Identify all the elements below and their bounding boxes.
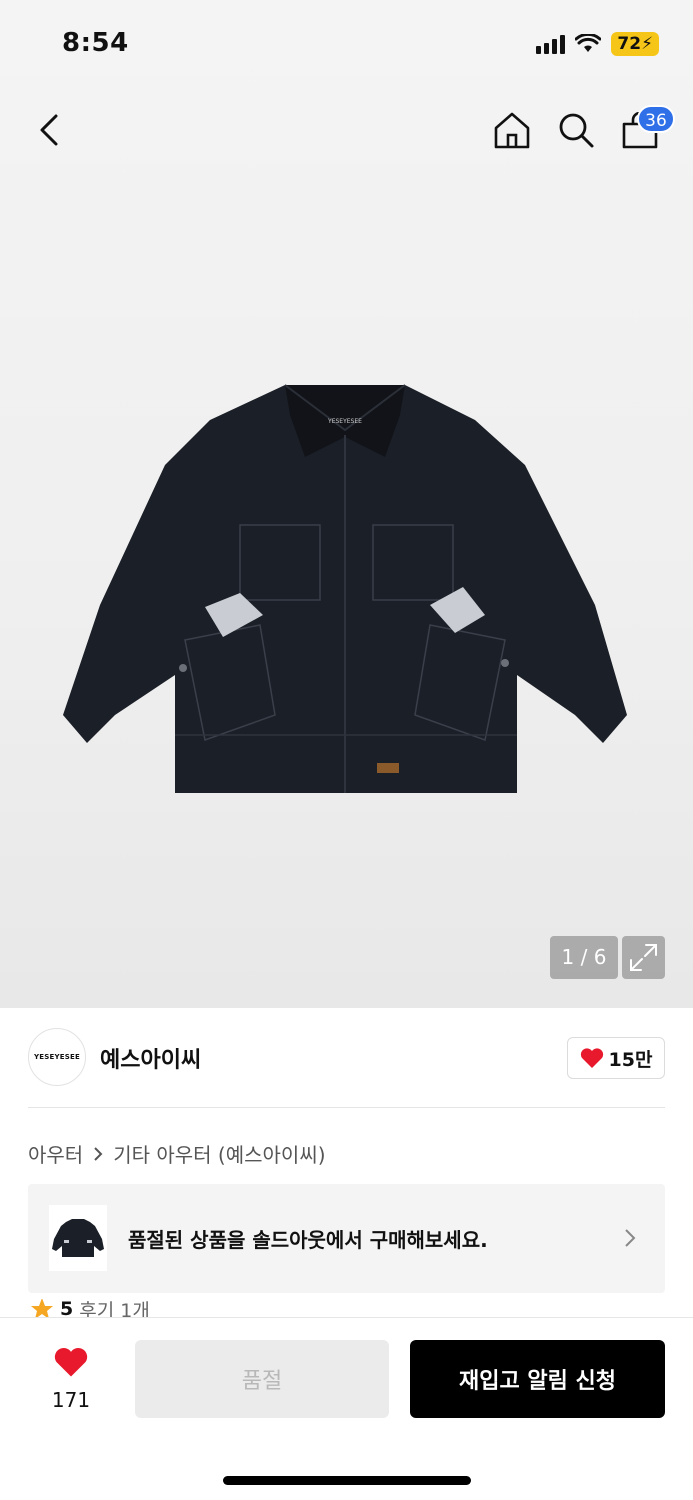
status-time: 8:54 bbox=[62, 28, 129, 58]
brand-like-count: 15만 bbox=[608, 1048, 653, 1071]
wishlist-button[interactable]: 171 bbox=[40, 1346, 102, 1412]
chevron-right-icon bbox=[94, 1146, 103, 1161]
product-image[interactable]: YESEYESEE bbox=[55, 375, 635, 805]
soldout-banner[interactable]: 품절된 상품을 솔드아웃에서 구매해보세요. bbox=[28, 1184, 665, 1293]
signal-icon bbox=[536, 34, 566, 54]
search-icon[interactable] bbox=[556, 110, 596, 150]
bottom-action-bar: 171 품절 재입고 알림 신청 bbox=[0, 1317, 693, 1500]
breadcrumb-category[interactable]: 아우터 bbox=[28, 1139, 83, 1168]
heart-icon bbox=[54, 1348, 88, 1377]
breadcrumb-subcategory[interactable]: 기타 아우터 (예스아이씨) bbox=[113, 1139, 325, 1168]
review-count: 후기 1개 bbox=[79, 1299, 150, 1320]
wishlist-count: 171 bbox=[51, 1388, 91, 1412]
product-image-area[interactable]: YESEYESEE bbox=[0, 0, 693, 1008]
brand-logo-text: YESEYESEE bbox=[34, 1053, 80, 1061]
cart-count-badge: 36 bbox=[637, 105, 675, 133]
battery-indicator: 72⚡ bbox=[611, 32, 659, 56]
heart-icon bbox=[580, 1048, 603, 1068]
home-icon[interactable] bbox=[492, 110, 532, 150]
divider bbox=[28, 1107, 665, 1108]
soldout-thumbnail bbox=[49, 1205, 107, 1271]
rating-score: 5 bbox=[60, 1299, 74, 1319]
jacket-label-text: YESEYESEE bbox=[327, 418, 362, 425]
wifi-icon bbox=[575, 34, 602, 52]
expand-image-button[interactable] bbox=[622, 936, 665, 979]
image-counter: 1 / 6 bbox=[550, 936, 618, 979]
brand-name[interactable]: 예스아이씨 bbox=[100, 1042, 201, 1074]
home-indicator bbox=[223, 1476, 471, 1485]
soldout-button: 품절 bbox=[135, 1340, 389, 1418]
charging-icon: ⚡ bbox=[641, 34, 653, 54]
star-icon bbox=[31, 1299, 53, 1319]
brand-like-button[interactable]: 15만 bbox=[567, 1037, 665, 1079]
breadcrumb: 아우터 기타 아우터 (예스아이씨) bbox=[28, 1139, 326, 1168]
expand-icon bbox=[630, 944, 657, 971]
brand-logo[interactable]: YESEYESEE bbox=[28, 1028, 86, 1086]
restock-alert-button[interactable]: 재입고 알림 신청 bbox=[410, 1340, 665, 1418]
back-arrow-icon[interactable] bbox=[36, 112, 64, 148]
battery-level: 72 bbox=[617, 34, 642, 54]
jacket-thumbnail-image bbox=[52, 1219, 104, 1257]
chevron-right-icon bbox=[625, 1229, 636, 1247]
rating-summary[interactable]: 5 후기 1개 bbox=[30, 1299, 150, 1319]
status-indicators: 72⚡ bbox=[536, 32, 659, 56]
soldout-banner-text: 품절된 상품을 솔드아웃에서 구매해보세요. bbox=[128, 1228, 488, 1252]
